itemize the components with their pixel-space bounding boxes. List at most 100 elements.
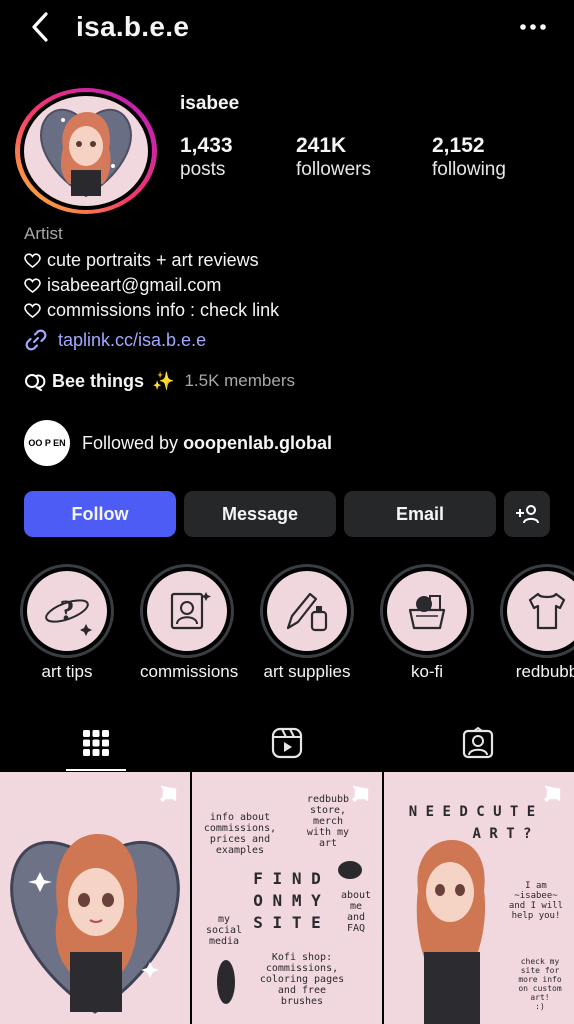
tile-text: art <box>319 838 337 849</box>
coffee-basket-icon <box>408 595 446 630</box>
tile-text: with my <box>307 827 349 838</box>
tile-text: coloring pages <box>260 974 344 985</box>
posts-count: 1,433 <box>180 134 233 157</box>
planet-question-icon: ? <box>45 594 92 636</box>
posts-stat[interactable]: 1,433 posts <box>180 134 233 182</box>
post-tile[interactable]: info about commissions, prices and examp… <box>192 772 382 1024</box>
channel-members: 1.5K members <box>184 371 295 390</box>
email-button[interactable]: Email <box>344 491 496 537</box>
highlight-art-tips[interactable]: ? art tips <box>20 564 114 682</box>
highlight-redbubble[interactable]: redbubb <box>500 564 574 682</box>
tile-text: me <box>350 901 362 912</box>
tile-text: N E E D C U T E <box>409 804 535 820</box>
pin-icon <box>159 785 177 803</box>
channel-name: Bee things <box>52 370 145 391</box>
link-icon <box>25 329 47 351</box>
tile-text: help you! <box>512 911 561 921</box>
following-count: 2,152 <box>432 134 485 157</box>
tile-text: and I will <box>509 901 563 911</box>
highlight-label: ko-fi <box>410 662 444 681</box>
followers-label: followers <box>296 159 371 180</box>
highlight-label: art tips <box>41 662 93 681</box>
posts-label: posts <box>180 159 226 180</box>
display-name: isabee <box>180 93 240 114</box>
tab-reels[interactable] <box>257 716 317 770</box>
tile-text: media <box>209 936 239 947</box>
highlight-commissions[interactable]: commissions <box>140 564 239 682</box>
tile-text: and free <box>278 985 326 996</box>
profile-tabs <box>0 716 574 772</box>
bio: Artist cute portraits + art reviews isab… <box>24 223 554 323</box>
tile-text: commissions, <box>204 823 276 834</box>
tile-text: O N M Y <box>253 891 321 910</box>
add-user-icon <box>516 505 539 524</box>
tile-text: about <box>341 890 371 901</box>
followed-by[interactable]: OO P EN Followed by ooopenlab.global <box>24 420 332 466</box>
tile-text: S I T E <box>253 913 320 932</box>
post-tile[interactable] <box>0 772 190 1024</box>
bio-text: commissions info : check link <box>47 300 280 320</box>
pencil-bottle-icon <box>286 592 328 632</box>
highlight-art-supplies[interactable]: art supplies <box>260 564 354 682</box>
post-tile[interactable]: N E E D C U T E A R T ? I am ~isabee~ an… <box>384 772 574 1024</box>
heart-icon <box>24 252 41 268</box>
following-label: following <box>432 159 506 180</box>
tile-text: redbubb <box>307 794 349 805</box>
profile-handle: isa.b.e.e <box>76 11 190 42</box>
profile-avatar[interactable] <box>13 86 159 216</box>
highlight-label: redbubb <box>515 662 574 681</box>
heart-icon <box>24 277 41 293</box>
reels-icon <box>271 727 303 759</box>
tile-text: :) <box>535 1002 545 1011</box>
pin-icon <box>543 785 561 803</box>
svg-text:?: ? <box>60 594 75 627</box>
more-horizontal-icon[interactable] <box>518 12 548 42</box>
highlight-ko-fi[interactable]: ko-fi <box>380 564 474 682</box>
bio-text: isabeeart@gmail.com <box>47 275 222 295</box>
followers-stat[interactable]: 241K followers <box>296 134 371 182</box>
chevron-left-icon[interactable] <box>26 10 56 44</box>
tile-text: art! <box>530 993 549 1002</box>
follower-avatar: OO P EN <box>24 420 70 466</box>
tile-text: social <box>206 925 242 936</box>
highlight-label: art supplies <box>263 662 351 681</box>
message-button[interactable]: Message <box>184 491 336 537</box>
bio-line: isabeeart@gmail.com <box>24 273 554 298</box>
tile-text: store, <box>310 805 346 816</box>
tile-text: examples <box>216 845 264 856</box>
profile-category: Artist <box>24 224 63 243</box>
bio-text: cute portraits + art reviews <box>47 250 259 270</box>
tagged-user-icon <box>462 727 494 759</box>
heart-icon <box>24 302 41 318</box>
following-stat[interactable]: 2,152 following <box>432 134 506 182</box>
tile-text: prices and <box>210 834 270 845</box>
tile-text: more info <box>518 975 562 984</box>
tab-tagged[interactable] <box>448 716 508 770</box>
tile-text: site for <box>521 966 560 975</box>
tile-text: F I N D <box>253 869 320 888</box>
suggest-users-button[interactable] <box>504 491 550 537</box>
tab-posts[interactable] <box>66 716 126 770</box>
posts-grid: info about commissions, prices and examp… <box>0 772 574 1024</box>
tile-text: commissions, <box>266 963 338 974</box>
tile-text: FAQ <box>347 923 365 934</box>
tile-text: my <box>218 914 230 925</box>
active-tab-indicator <box>66 769 126 771</box>
pin-icon <box>351 785 369 803</box>
highlight-label: commissions <box>140 662 239 681</box>
profile-link-text[interactable]: taplink.cc/isa.b.e.e <box>58 330 206 351</box>
grid-icon <box>83 730 109 756</box>
tshirt-icon <box>528 592 566 630</box>
broadcast-channel[interactable]: Bee things ✨ 1.5K members <box>24 370 295 392</box>
tile-text: merch <box>313 816 343 827</box>
sparkles-icon: ✨ <box>152 370 175 391</box>
follow-button[interactable]: Follow <box>24 491 176 537</box>
tile-text: Kofi shop: <box>272 952 332 963</box>
tile-text: info about <box>210 812 270 823</box>
bio-line: commissions info : check link <box>24 298 554 323</box>
tile-text: brushes <box>281 996 323 1007</box>
top-bar: isa.b.e.e <box>0 0 574 56</box>
tile-text: check my <box>521 957 560 966</box>
profile-link[interactable]: taplink.cc/isa.b.e.e <box>24 328 206 352</box>
tile-text: I am <box>525 881 547 891</box>
